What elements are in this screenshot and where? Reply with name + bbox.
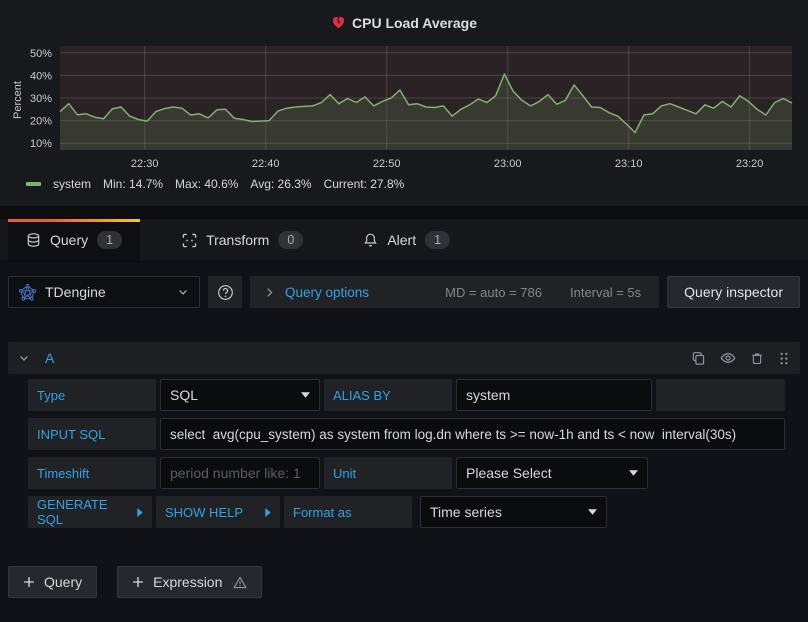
editor-actions: Query Expression — [8, 566, 800, 598]
type-label: Type — [28, 379, 156, 411]
format-as-select[interactable]: Time series — [420, 496, 607, 528]
unit-select[interactable]: Please Select — [456, 457, 648, 489]
legend-stat-current: Current: 27.8% — [324, 177, 405, 191]
hide-query-eye-icon[interactable] — [720, 350, 736, 366]
caret-right-icon — [265, 508, 271, 517]
svg-text:20%: 20% — [30, 116, 52, 128]
collapse-chevron-icon[interactable] — [18, 352, 30, 364]
query-row-actions — [691, 350, 790, 366]
tab-alert-label: Alert — [387, 232, 416, 248]
svg-text:50%: 50% — [30, 48, 52, 60]
section-divider — [0, 206, 808, 219]
database-icon — [26, 232, 41, 248]
input-sql-field[interactable] — [160, 418, 785, 450]
tab-transform[interactable]: Transform 0 — [164, 219, 321, 261]
svg-text:22:30: 22:30 — [131, 158, 159, 170]
alias-by-input[interactable] — [456, 379, 652, 411]
add-expression-button[interactable]: Expression — [117, 566, 262, 598]
panel-header[interactable]: CPU Load Average — [0, 0, 808, 32]
format-as-label: Format as — [284, 496, 412, 528]
alert-broken-heart-icon — [331, 15, 346, 30]
timeshift-input[interactable] — [160, 457, 320, 489]
svg-text:22:40: 22:40 — [252, 158, 280, 170]
query-ref-id: A — [45, 350, 54, 366]
svg-text:23:20: 23:20 — [736, 158, 764, 170]
query-row-body: Type SQL ALIAS BY INPUT SQL — [8, 374, 800, 528]
unit-label: Unit — [324, 457, 452, 489]
generate-sql-button[interactable]: GENERATE SQL — [28, 496, 152, 528]
tab-alert-count: 1 — [425, 231, 450, 249]
grafana-edit-page: CPU Load Average Percent 10%20%30%40%50%… — [0, 0, 808, 598]
svg-text:40%: 40% — [30, 70, 52, 82]
tdengine-logo-icon — [19, 284, 36, 301]
editor-tabbar: Query 1 Transform 0 — [0, 219, 808, 262]
datasource-name: TDengine — [45, 284, 106, 300]
query-options-summary: MD = auto = 786 Interval = 5s — [445, 285, 645, 300]
svg-text:23:10: 23:10 — [615, 158, 643, 170]
chevron-right-icon — [264, 287, 275, 298]
chevron-down-icon — [177, 286, 189, 298]
label-filler — [656, 379, 785, 411]
question-circle-icon — [217, 284, 234, 301]
panel-title: CPU Load Average — [352, 15, 477, 31]
query-options-toggle[interactable]: Query options MD = auto = 786 Interval =… — [250, 276, 659, 308]
query-inspector-button[interactable]: Query inspector — [667, 276, 800, 308]
plus-icon — [23, 576, 35, 588]
caret-down-icon — [301, 392, 310, 398]
query-row-header[interactable]: A — [8, 342, 800, 374]
svg-text:30%: 30% — [30, 93, 52, 105]
legend-stat-max: Max: 40.6% — [175, 177, 238, 191]
timeshift-label: Timeshift — [28, 457, 156, 489]
tab-transform-label: Transform — [206, 232, 269, 248]
add-query-button[interactable]: Query — [8, 566, 97, 598]
query-options-label: Query options — [285, 285, 369, 300]
input-sql-label: INPUT SQL — [28, 418, 156, 450]
chart-legend: system Min: 14.7% Max: 40.6% Avg: 26.3% … — [26, 177, 404, 191]
legend-color-system — [26, 182, 41, 186]
datasource-picker[interactable]: TDengine — [8, 276, 200, 308]
drag-handle-icon[interactable] — [778, 351, 790, 366]
show-help-button[interactable]: SHOW HELP — [156, 496, 280, 528]
caret-right-icon — [137, 508, 143, 517]
tab-transform-count: 0 — [278, 231, 303, 249]
alias-by-label: ALIAS BY — [324, 379, 452, 411]
tab-query[interactable]: Query 1 — [8, 219, 140, 261]
caret-down-icon — [629, 470, 638, 476]
transform-icon — [182, 233, 197, 248]
legend-stat-avg: Avg: 26.3% — [250, 177, 311, 191]
panel-cpu-load: CPU Load Average Percent 10%20%30%40%50%… — [0, 0, 808, 206]
svg-text:23:00: 23:00 — [494, 158, 522, 170]
plus-icon — [132, 576, 144, 588]
max-data-points-value: MD = auto = 786 — [445, 285, 542, 300]
tab-query-label: Query — [50, 232, 88, 248]
warning-triangle-icon — [233, 576, 247, 589]
delete-query-trash-icon[interactable] — [750, 351, 764, 366]
duplicate-query-icon[interactable] — [691, 351, 706, 366]
tab-alert[interactable]: Alert 1 — [345, 219, 468, 261]
caret-down-icon — [588, 509, 597, 515]
query-editor-row-a: A — [8, 342, 800, 528]
svg-text:10%: 10% — [30, 138, 52, 150]
tab-query-count: 1 — [97, 231, 122, 249]
datasource-help-button[interactable] — [208, 276, 242, 308]
interval-value: Interval = 5s — [570, 285, 641, 300]
bell-icon — [363, 232, 378, 248]
type-select[interactable]: SQL — [160, 379, 320, 411]
legend-stat-min: Min: 14.7% — [103, 177, 163, 191]
svg-text:22:50: 22:50 — [373, 158, 401, 170]
query-tab-content: TDengine Query options — [0, 262, 808, 598]
legend-series-name[interactable]: system — [53, 177, 91, 191]
query-toolbar: TDengine Query options — [8, 276, 800, 308]
timeseries-chart[interactable]: 10% 20% 30% 40% 50% 22:30 22:40 22:50 23:00 23:10… — [0, 40, 808, 174]
